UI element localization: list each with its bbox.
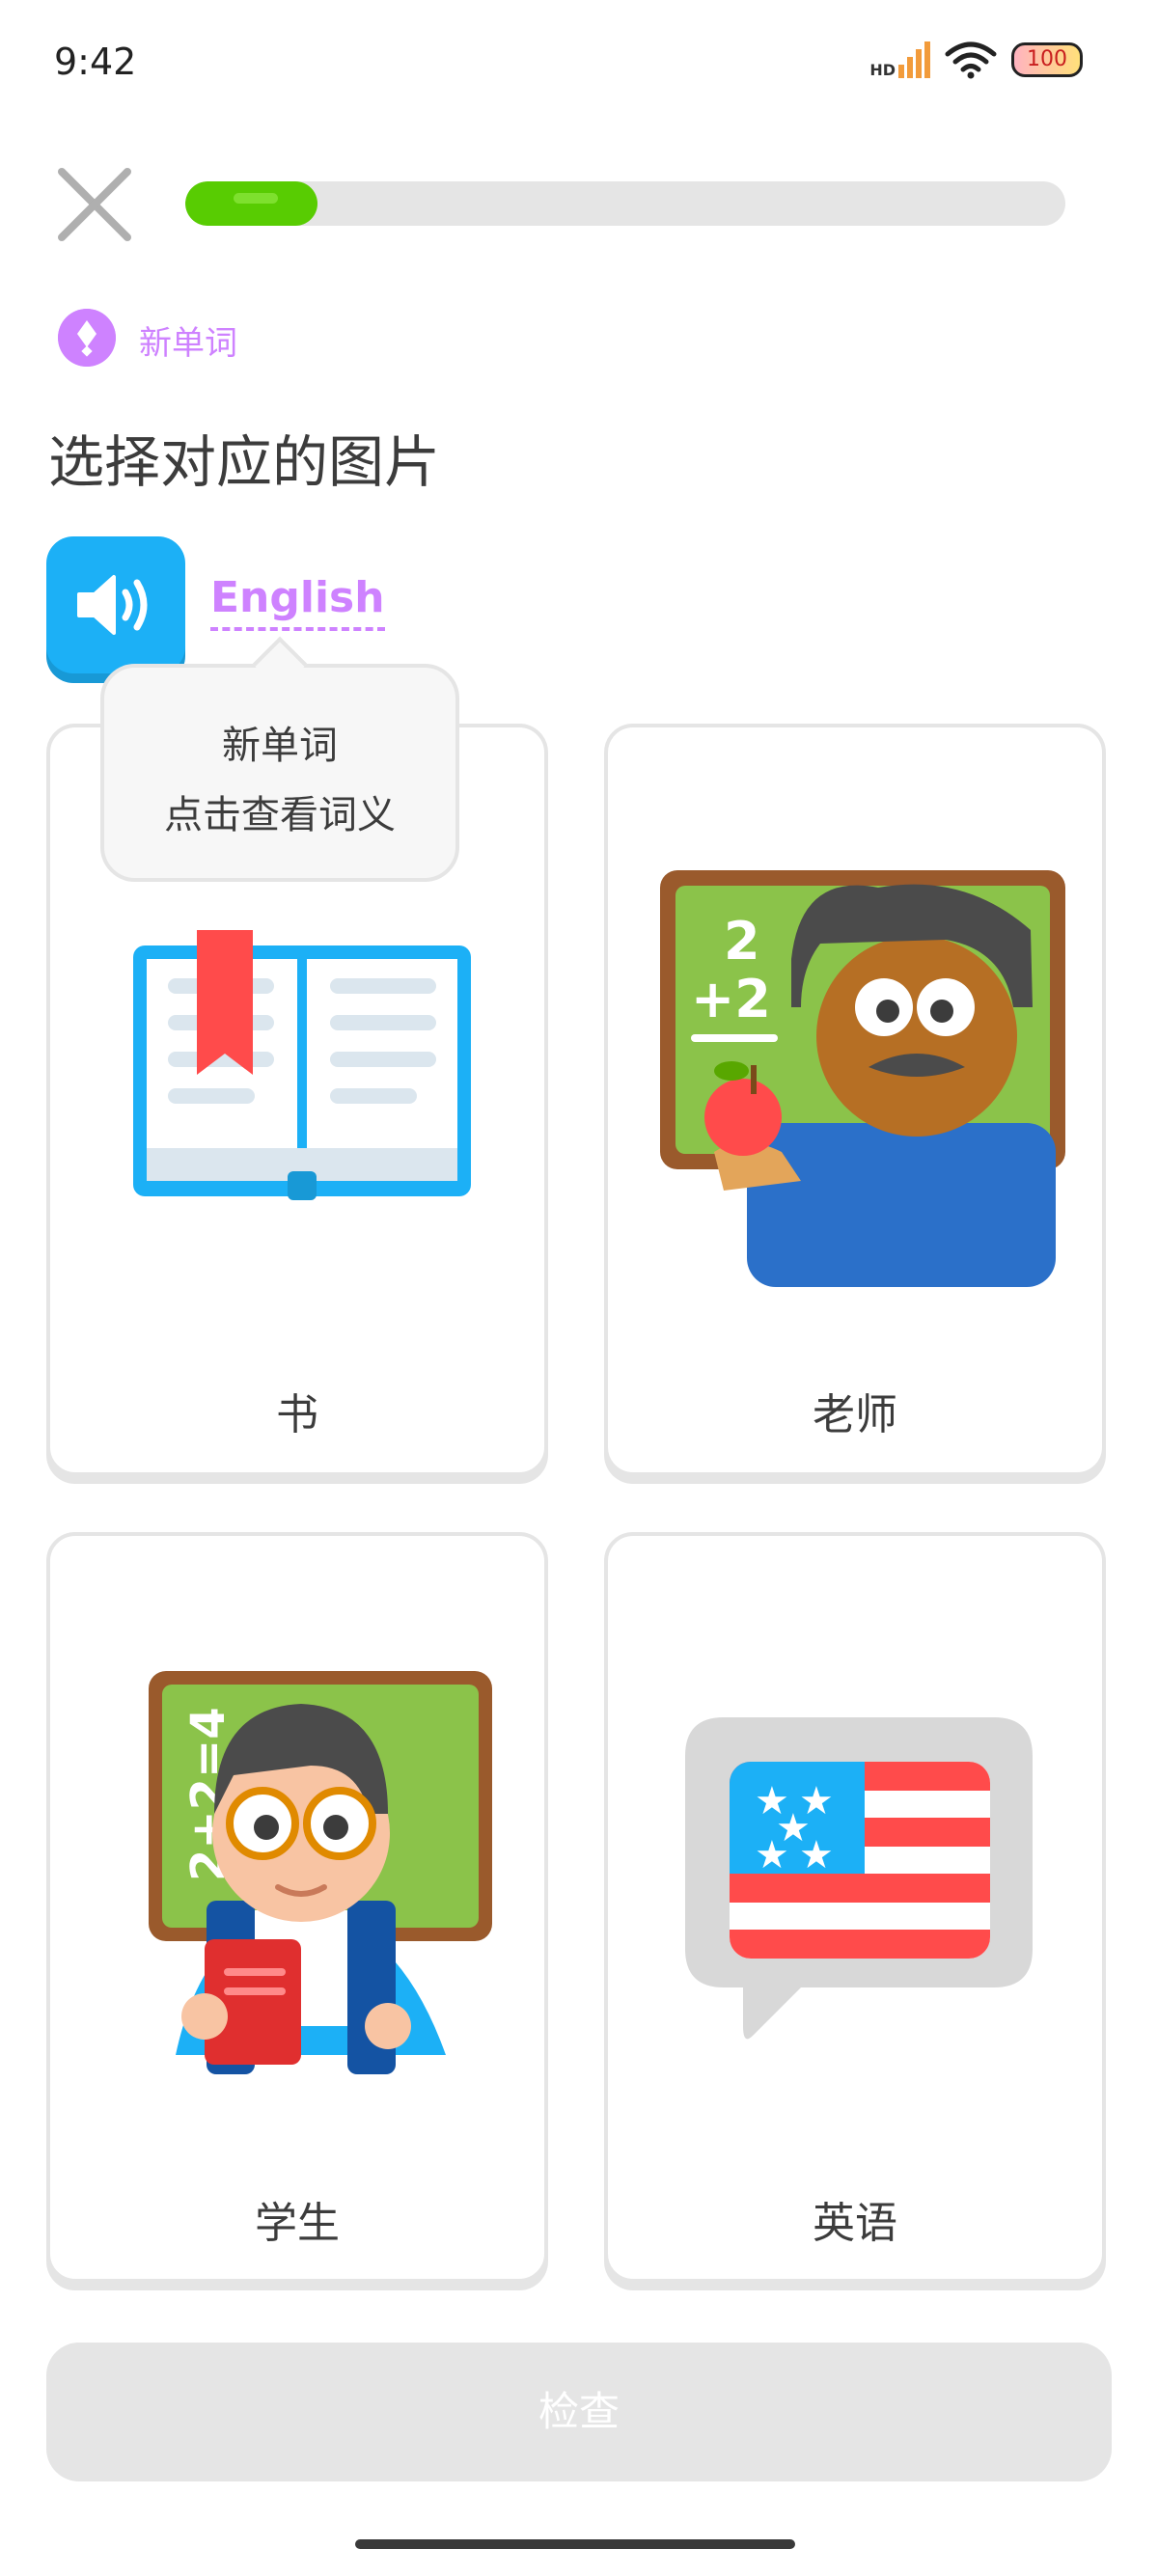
battery-indicator: 100: [1011, 42, 1083, 77]
new-word-tag: 新单词: [139, 324, 237, 363]
svg-text:+2: +2: [691, 969, 771, 1029]
us-flag-speech-icon: ★ ★ ★ ★ ★: [685, 1717, 1033, 2040]
svg-text:★: ★: [755, 1833, 789, 1877]
sparkle-badge-icon: [58, 309, 116, 367]
option-label-student: 学生: [255, 2199, 340, 2248]
svg-text:★: ★: [799, 1833, 834, 1877]
page-title: 选择对应的图片: [48, 429, 441, 495]
status-time: 9:42: [54, 41, 137, 83]
lesson-progress-bar: [185, 181, 1065, 226]
progress-fill: [185, 181, 317, 226]
status-icons: HD 100: [869, 41, 1083, 79]
teacher-icon: 2 +2: [660, 870, 1065, 1287]
close-icon[interactable]: [56, 166, 133, 243]
option-card-student[interactable]: 2+2=4 学生: [46, 1532, 548, 2283]
play-audio-button[interactable]: [46, 536, 185, 673]
tooltip-title: 新单词: [222, 724, 338, 768]
prompt-word[interactable]: English: [210, 575, 385, 631]
signal-icon: HD: [869, 41, 930, 78]
student-icon: 2+2=4: [149, 1671, 492, 2074]
option-card-english[interactable]: ★ ★ ★ ★ ★ 英语: [604, 1532, 1106, 2283]
option-card-teacher[interactable]: 2 +2 老师: [604, 724, 1106, 1476]
progress-shine: [234, 193, 278, 204]
tooltip-hint: 点击查看词义: [164, 793, 396, 837]
option-label-teacher: 老师: [813, 1390, 897, 1439]
new-word-tooltip: 新单词 点击查看词义: [100, 664, 459, 882]
option-label-book: 书: [276, 1390, 318, 1439]
home-indicator[interactable]: [355, 2539, 795, 2549]
option-label-english: 英语: [813, 2199, 897, 2248]
wifi-icon: [945, 41, 997, 79]
book-icon: [133, 930, 471, 1200]
svg-text:2: 2: [724, 911, 760, 972]
check-button[interactable]: 检查: [46, 2343, 1112, 2481]
hd-label: HD: [869, 61, 896, 79]
speaker-icon: [77, 575, 148, 635]
